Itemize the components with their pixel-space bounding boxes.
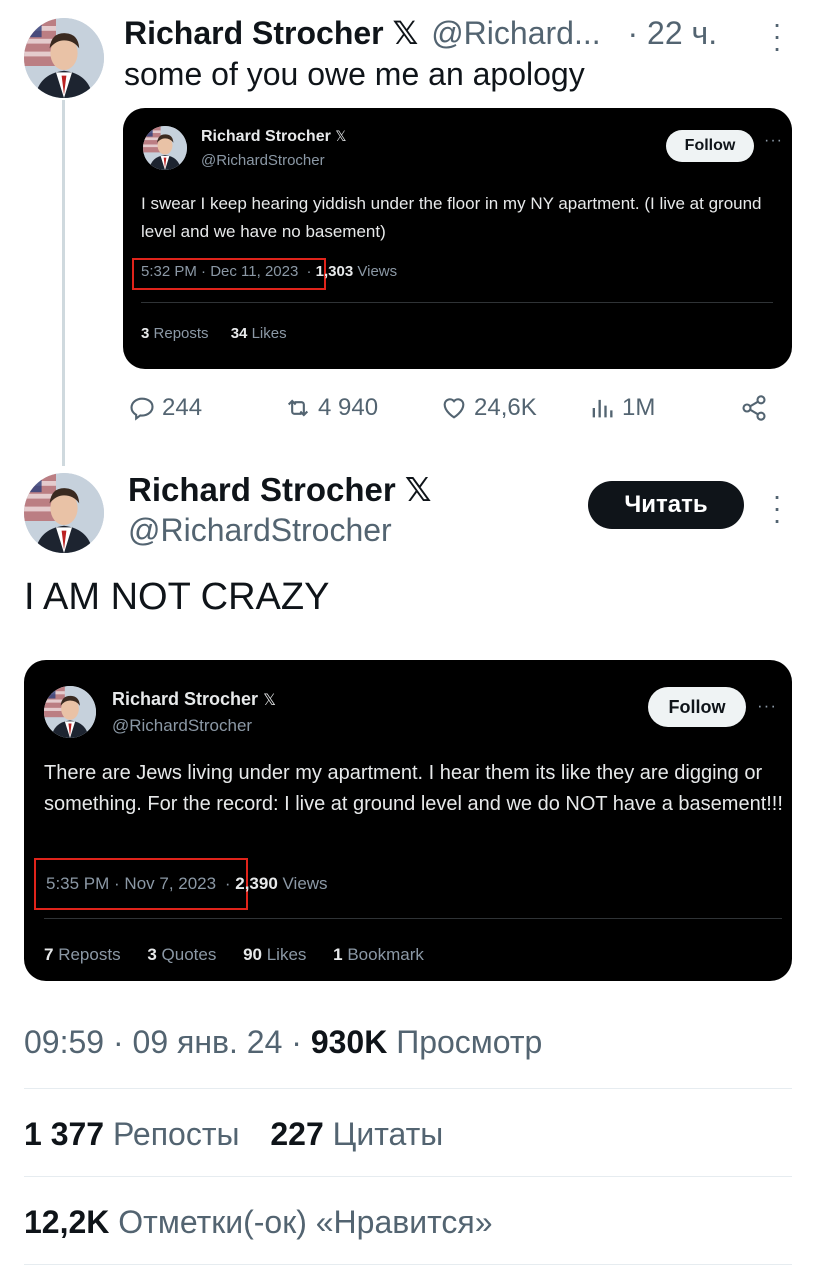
more-options-icon[interactable]: ··· [764, 132, 783, 150]
divider [24, 1264, 792, 1265]
embed-handle: @RichardStrocher [201, 152, 325, 169]
embed-likes-count: 34 [230, 325, 248, 342]
tweet-timestamp[interactable]: 09:59 · 09 янв. 24 · [24, 1024, 311, 1060]
author-name[interactable]: Richard Strocher [128, 471, 396, 508]
embed-reposts-label: Reposts [153, 325, 209, 342]
embed-likes-label: Likes [251, 325, 287, 342]
reposts-label: Репосты [104, 1116, 240, 1152]
repost-button[interactable]: 4 940 [284, 394, 378, 422]
embed-quotes-count: 3 [147, 945, 157, 964]
views-count: 930K [310, 1024, 388, 1060]
tweet-time[interactable]: · 22 ч. [628, 15, 718, 51]
quotes-label: Цитаты [323, 1116, 444, 1152]
embedded-tweet-card[interactable]: Richard Strocher 𝕏 @RichardStrocher Foll… [123, 108, 792, 369]
x-badge-icon: 𝕏 [392, 15, 419, 51]
embed-reposts-count: 7 [44, 945, 54, 964]
tweet-text: some of you owe me an apology [124, 56, 585, 92]
reposts-stat[interactable]: 1 377 Репосты [24, 1116, 239, 1152]
more-options-icon[interactable]: ··· [770, 10, 784, 62]
embed-views-count: 2,390 [235, 874, 278, 893]
quotes-count: 227 [270, 1116, 324, 1152]
likes-label: Отметки(-ок) «Нравится» [109, 1204, 493, 1240]
likes-count: 12,2K [24, 1204, 110, 1240]
like-button[interactable]: 24,6K [440, 394, 537, 422]
embed-reposts-count: 3 [141, 325, 150, 342]
embed-avatar [143, 126, 187, 170]
divider [44, 918, 782, 919]
repost-count: 4 940 [318, 394, 379, 421]
embed-likes-count: 90 [243, 945, 262, 964]
share-button[interactable] [740, 394, 768, 422]
author-handle[interactable]: @RichardStrocher [128, 512, 392, 549]
avatar[interactable] [24, 18, 104, 98]
embed-timestamp: 5:35 PM · Nov 7, 2023 [46, 874, 217, 893]
more-options-icon[interactable]: ··· [757, 696, 777, 716]
embed-views-label: Views [357, 263, 398, 280]
follow-button[interactable]: Follow [666, 130, 754, 162]
embed-avatar [44, 686, 96, 738]
reply-button[interactable]: 244 [128, 394, 202, 422]
author-handle[interactable]: @Richard... [431, 15, 600, 51]
embed-reposts-label: Reposts [58, 945, 121, 964]
quotes-stat[interactable]: 227 Цитаты [270, 1116, 443, 1152]
share-icon [740, 394, 768, 422]
likes-stat[interactable]: 12,2K Отметки(-ок) «Нравится» [24, 1204, 493, 1241]
views-button[interactable]: 1M [588, 394, 655, 422]
divider [24, 1176, 792, 1177]
embed-text: I swear I keep hearing yiddish under the… [141, 194, 762, 241]
embed-views-label: Views [282, 874, 328, 893]
reply-icon [128, 394, 156, 422]
views-count: 1M [622, 394, 656, 421]
tweet-stats-row: 1 377 Репосты 227 Цитаты [24, 1116, 443, 1153]
reposts-count: 1 377 [24, 1116, 105, 1152]
views-label: Просмотр [387, 1024, 543, 1060]
embed-text: There are Jews living under my apartment… [44, 762, 783, 815]
avatar[interactable] [24, 473, 104, 553]
embed-author-name: Richard Strocher [201, 128, 331, 145]
embed-bookmarks-count: 1 [333, 945, 343, 964]
follow-button[interactable]: Follow [648, 687, 746, 727]
more-options-icon[interactable]: ··· [770, 482, 784, 534]
tweet-header: Richard Strocher 𝕏 @Richard... · 22 ч. [124, 14, 717, 52]
follow-button[interactable]: Читать [588, 481, 744, 529]
embed-bookmarks-label: Bookmark [347, 945, 424, 964]
x-badge-icon: 𝕏 [263, 692, 276, 709]
reply-count: 244 [162, 394, 203, 421]
divider [24, 1088, 792, 1089]
x-badge-icon: 𝕏 [335, 128, 347, 144]
thread-connector [62, 100, 65, 466]
tweet-text: I AM NOT CRAZY [24, 576, 330, 618]
author-name[interactable]: Richard Strocher [124, 15, 384, 51]
x-badge-icon: 𝕏 [404, 471, 432, 508]
like-count: 24,6K [474, 394, 537, 421]
embed-likes-label: Likes [266, 945, 307, 964]
divider [141, 302, 773, 303]
repost-icon [284, 394, 312, 422]
heart-icon [440, 394, 468, 422]
embed-timestamp: 5:32 PM · Dec 11, 2023 [141, 263, 299, 280]
embed-author-name: Richard Strocher [112, 689, 259, 709]
views-icon [588, 394, 616, 422]
embedded-tweet-card[interactable]: Richard Strocher 𝕏 @RichardStrocher Foll… [24, 660, 792, 981]
tweet-meta: 09:59 · 09 янв. 24 · 930K Просмотр [24, 1024, 542, 1061]
embed-handle: @RichardStrocher [112, 716, 253, 735]
embed-views-count: 1,303 [315, 263, 354, 280]
embed-quotes-label: Quotes [161, 945, 217, 964]
